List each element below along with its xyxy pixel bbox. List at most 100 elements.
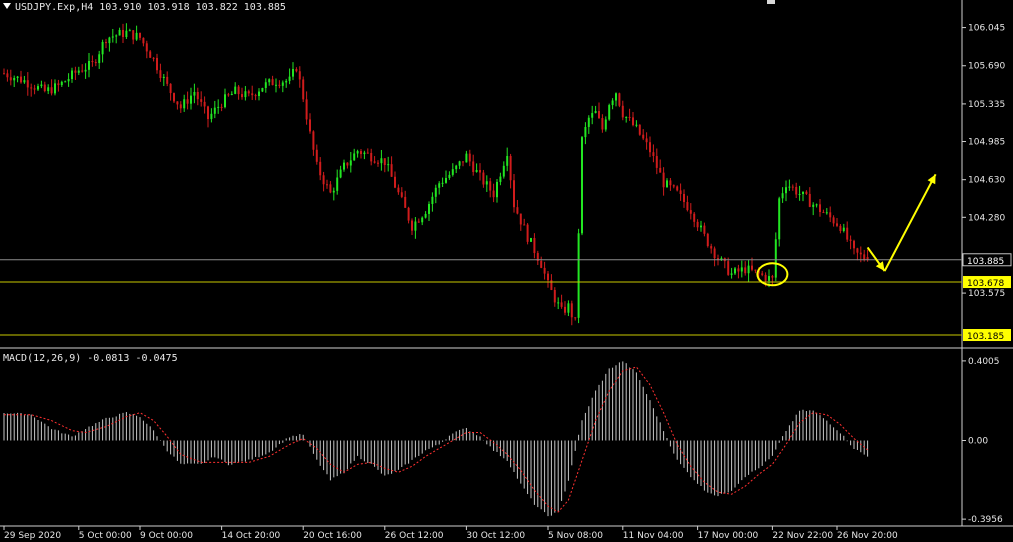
candle-body	[672, 185, 675, 187]
candle-body	[632, 117, 634, 126]
candle-body	[411, 220, 413, 231]
candle-body	[173, 93, 175, 102]
candle-body	[812, 204, 815, 207]
candle-body	[730, 273, 733, 275]
candle-body	[519, 213, 522, 225]
candle-body	[370, 152, 373, 162]
candle-body	[853, 240, 855, 249]
time-tick-label: 22 Nov 22:00	[772, 531, 833, 541]
candle-body	[533, 238, 536, 254]
candle-body	[778, 198, 781, 240]
candle-body	[50, 87, 53, 94]
candle-body	[621, 105, 624, 118]
candle-body	[152, 57, 155, 59]
candle-body	[183, 99, 186, 109]
macd-tick-label: 0.4005	[968, 357, 1000, 367]
candle-body	[686, 202, 689, 211]
candle-body	[696, 221, 699, 228]
candle-body	[105, 41, 107, 44]
candle-body	[196, 91, 199, 100]
candle-body	[754, 269, 757, 271]
candle-body	[815, 204, 818, 206]
candle-body	[156, 57, 158, 71]
macd-tick-label: 0.00	[968, 436, 988, 446]
level-label: 103.885	[967, 257, 1004, 267]
candle-body	[98, 54, 101, 64]
candle-body	[74, 70, 77, 73]
candle-body	[645, 138, 648, 143]
candle-body	[710, 246, 713, 249]
candle-body	[33, 88, 36, 90]
candle-body	[506, 155, 509, 166]
candle-body	[659, 167, 662, 173]
candle-body	[638, 124, 641, 135]
candle-body	[349, 160, 352, 166]
candle-body	[122, 29, 124, 38]
candle-body	[424, 213, 427, 218]
candle-body	[462, 161, 464, 163]
candle-body	[305, 99, 308, 120]
candle-body	[431, 196, 434, 205]
candle-body	[302, 79, 305, 100]
candle-body	[193, 91, 196, 96]
candle-body	[54, 83, 56, 94]
candle-body	[448, 174, 451, 178]
candle-body	[608, 105, 611, 120]
candle-body	[261, 87, 264, 92]
candle-body	[203, 101, 206, 107]
candle-body	[128, 30, 131, 32]
price-tick-label: 105.690	[968, 62, 1005, 72]
candle-body	[700, 225, 702, 228]
candle-body	[88, 60, 90, 70]
candle-body	[737, 268, 740, 272]
candle-body	[115, 35, 118, 37]
time-tick-label: 9 Oct 00:00	[140, 531, 193, 541]
candle-body	[587, 117, 590, 127]
candle-body	[251, 93, 254, 96]
candle-body	[839, 225, 842, 231]
candle-body	[94, 62, 97, 64]
candle-body	[584, 126, 587, 138]
candle-body	[863, 254, 866, 260]
candle-body	[781, 193, 784, 199]
candle-body	[836, 223, 838, 226]
symbol-ohlc-text: USDJPY.Exp,H4 103.910 103.918 103.822 10…	[15, 2, 286, 13]
candle-body	[560, 302, 563, 307]
candle-body	[761, 273, 764, 275]
candle-body	[428, 204, 430, 214]
candle-body	[26, 80, 29, 88]
candle-body	[329, 184, 332, 193]
candle-body	[213, 107, 216, 114]
candle-body	[407, 207, 410, 221]
candle-body	[768, 276, 770, 281]
candle-body	[618, 93, 621, 106]
candle-body	[326, 184, 328, 186]
candle-body	[496, 181, 498, 198]
candle-body	[111, 36, 114, 38]
candle-body	[652, 152, 655, 157]
candle-body	[264, 82, 267, 88]
candle-body	[655, 156, 658, 168]
candle-body	[666, 180, 668, 188]
candle-body	[207, 106, 209, 120]
candle-body	[309, 119, 311, 132]
candle-body	[230, 93, 233, 96]
candle-body	[210, 113, 213, 120]
candle-body	[625, 116, 628, 118]
time-tick-label: 5 Oct 00:00	[79, 531, 132, 541]
candle-body	[159, 70, 162, 79]
candle-body	[798, 193, 801, 195]
candle-body	[489, 181, 492, 191]
price-tick-label: 106.045	[968, 24, 1005, 34]
collapse-triangle-icon[interactable]	[3, 3, 11, 9]
candle-body	[825, 212, 828, 214]
candle-body	[57, 83, 60, 86]
candle-body	[492, 190, 495, 198]
candle-body	[574, 317, 577, 319]
candle-body	[485, 181, 488, 185]
candle-body	[744, 267, 747, 274]
candle-body	[101, 41, 104, 55]
candle-body	[377, 162, 379, 164]
price-tick-label: 104.280	[968, 213, 1005, 223]
candle-body	[417, 221, 420, 223]
